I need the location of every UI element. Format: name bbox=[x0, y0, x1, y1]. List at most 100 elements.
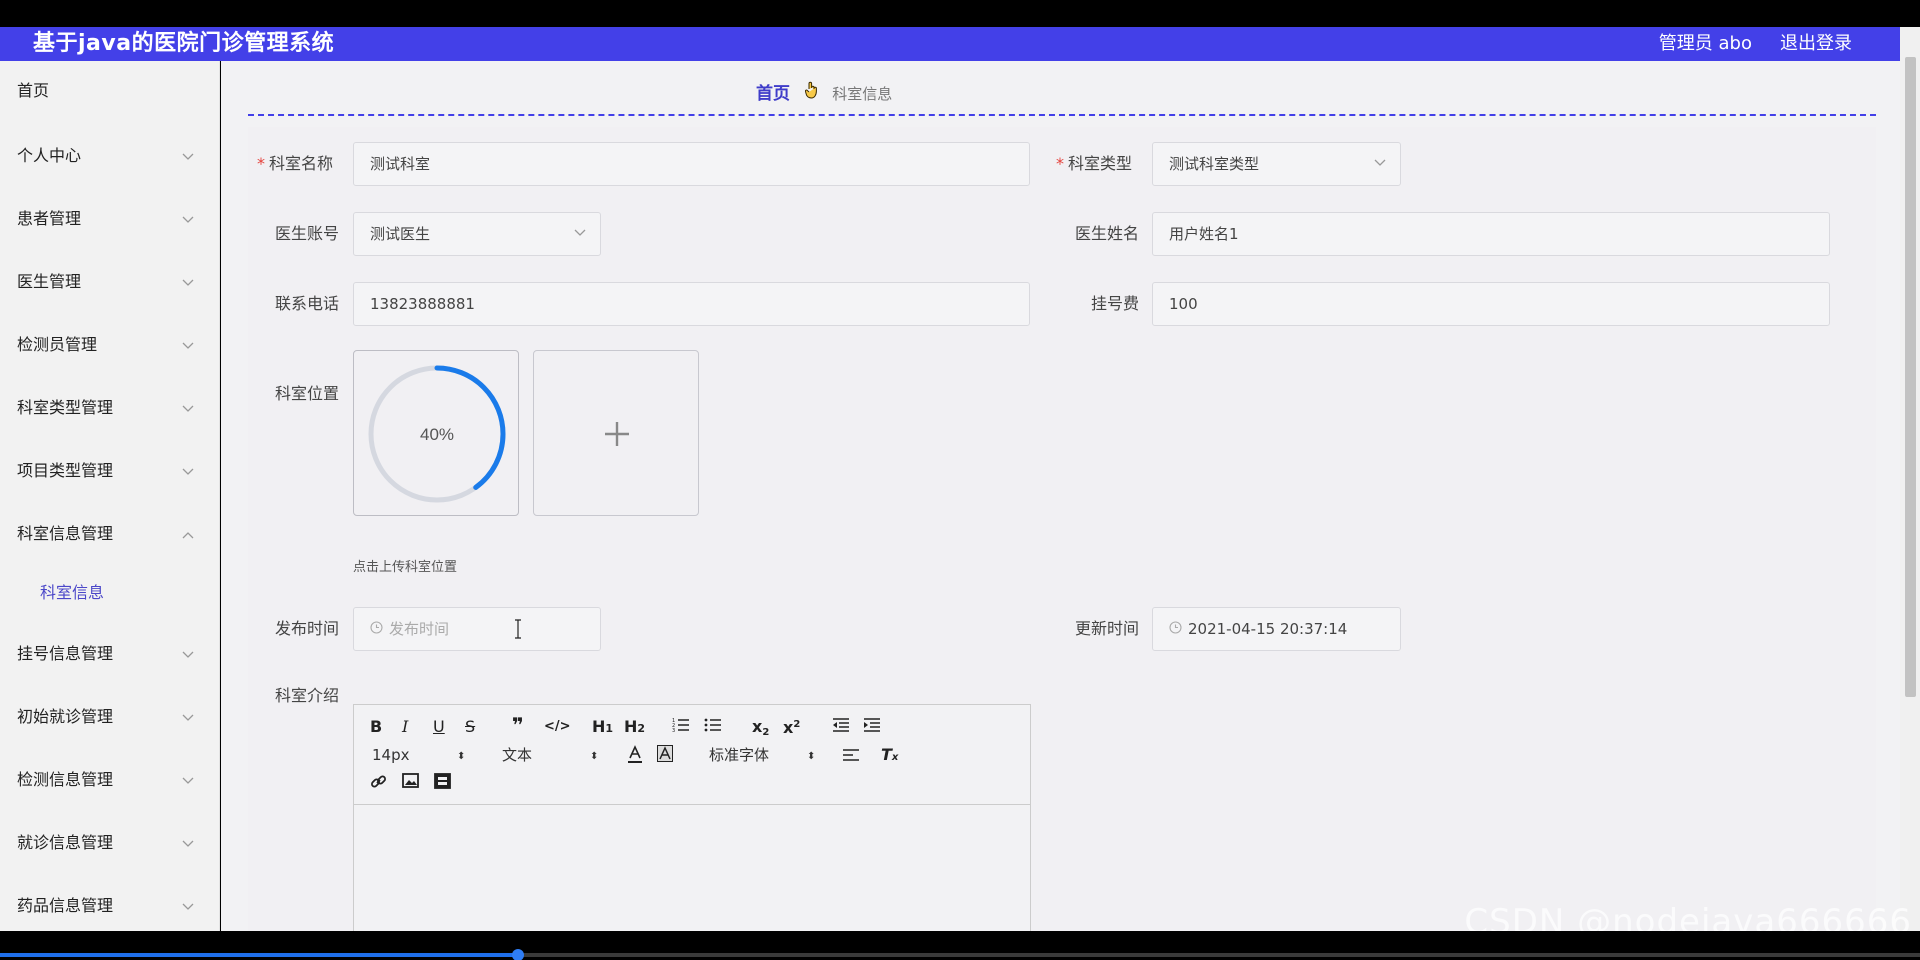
sidebar-item-inspectors[interactable]: 检测员管理 bbox=[0, 325, 219, 365]
upload-progress-card: 40% bbox=[353, 350, 519, 516]
upload-tip: 点击上传科室位置 bbox=[353, 560, 458, 575]
sidebar-item-label: 检测员管理 bbox=[17, 335, 98, 354]
chevron-down-icon bbox=[182, 697, 194, 737]
update-time-label: 更新时间 bbox=[1074, 619, 1139, 638]
italic-icon[interactable]: I bbox=[402, 717, 408, 737]
sidebar-item-registrations[interactable]: 挂号信息管理 bbox=[0, 634, 219, 674]
upload-add-button[interactable] bbox=[533, 350, 699, 516]
doctor-name-label: 医生姓名 bbox=[1074, 224, 1139, 243]
fee-input[interactable]: 100 bbox=[1152, 282, 1830, 326]
sidebar-item-dept-info-management[interactable]: 科室信息管理 bbox=[0, 514, 219, 554]
location-label: 科室位置 bbox=[274, 384, 339, 403]
breadcrumb-current: 科室信息 bbox=[832, 85, 893, 103]
chevron-down-icon bbox=[1374, 143, 1386, 185]
chevron-down-icon bbox=[182, 634, 194, 674]
sidebar-item-doctors[interactable]: 医生管理 bbox=[0, 262, 219, 302]
intro-rich-editor: B I U S ❞ </> H1 H2 123 x2 x2 14px ⬍ 文本 ⬍ bbox=[353, 704, 1031, 960]
required-asterisk: * bbox=[1055, 154, 1064, 173]
sidebar-item-drug-info[interactable]: 药品信息管理 bbox=[0, 886, 219, 926]
phone-input[interactable]: 13823888881 bbox=[353, 282, 1030, 326]
doctor-account-select[interactable]: 测试医生 bbox=[353, 212, 601, 256]
sidebar-item-test-info[interactable]: 检测信息管理 bbox=[0, 760, 219, 800]
image-icon[interactable] bbox=[402, 773, 419, 793]
dept-type-label: * 科室类型 bbox=[1055, 154, 1132, 173]
underline-icon[interactable]: U bbox=[433, 717, 445, 737]
chevron-down-icon bbox=[182, 262, 194, 302]
indent-icon[interactable] bbox=[863, 717, 881, 738]
sidebar-menu: 首页 个人中心 患者管理 医生管理 检测员管理 科室类型管理 项目类型管理 科室… bbox=[0, 61, 220, 931]
logout-link[interactable]: 退出登录 bbox=[1780, 27, 1852, 61]
publish-time-label: 发布时间 bbox=[274, 619, 339, 638]
phone-label: 联系电话 bbox=[274, 294, 339, 313]
h2-icon[interactable]: H2 bbox=[624, 717, 645, 739]
align-icon[interactable] bbox=[842, 747, 860, 768]
h1-icon[interactable]: H1 bbox=[592, 717, 613, 739]
background-color-icon[interactable] bbox=[657, 745, 673, 768]
sidebar-item-initial-visits[interactable]: 初始就诊管理 bbox=[0, 697, 219, 737]
fee-label: 挂号费 bbox=[1090, 294, 1139, 313]
sidebar-item-label: 医生管理 bbox=[17, 272, 82, 291]
subscript-icon[interactable]: x2 bbox=[752, 717, 769, 743]
admin-user-label: 管理员 abo bbox=[1658, 33, 1752, 54]
publish-time-input[interactable]: 发布时间 bbox=[353, 607, 601, 651]
intro-label: 科室介绍 bbox=[274, 686, 339, 705]
update-time-input[interactable]: 2021-04-15 20:37:14 bbox=[1152, 607, 1401, 651]
breadcrumb: 首页 科室信息 bbox=[756, 81, 892, 105]
sidebar-item-project-types[interactable]: 项目类型管理 bbox=[0, 451, 219, 491]
sidebar-item-label: 科室信息管理 bbox=[17, 524, 114, 543]
ordered-list-icon[interactable]: 123 bbox=[672, 717, 690, 738]
dept-info-form: * 科室名称 测试科室 * 科室类型 测试科室类型 医生账号 测试医生 医生姓名 用… bbox=[248, 127, 1876, 960]
upload-progress-text: 40% bbox=[420, 425, 454, 444]
sidebar-item-label: 检测信息管理 bbox=[17, 770, 114, 789]
chevron-down-icon bbox=[182, 136, 194, 176]
sidebar-item-home[interactable]: 首页 bbox=[0, 71, 219, 111]
font-color-icon[interactable] bbox=[627, 745, 643, 770]
sidebar-item-dept-types[interactable]: 科室类型管理 bbox=[0, 388, 219, 428]
publish-time-placeholder: 发布时间 bbox=[389, 620, 450, 638]
dept-type-select[interactable]: 测试科室类型 bbox=[1152, 142, 1401, 186]
scrollbar-thumb[interactable] bbox=[1905, 57, 1916, 697]
sidebar-item-label: 科室信息 bbox=[40, 583, 105, 602]
updown-icon: ⬍ bbox=[807, 751, 816, 762]
text-style-select[interactable]: 文本 ⬍ bbox=[502, 745, 602, 765]
sidebar-item-label: 初始就诊管理 bbox=[17, 707, 114, 726]
code-icon[interactable]: </> bbox=[544, 717, 571, 737]
breadcrumb-divider bbox=[248, 114, 1876, 116]
chevron-down-icon bbox=[182, 823, 194, 863]
required-asterisk: * bbox=[256, 154, 265, 173]
breadcrumb-home-link[interactable]: 首页 bbox=[756, 84, 790, 104]
video-progress-fill bbox=[0, 953, 519, 957]
chevron-down-icon bbox=[182, 388, 194, 428]
sidebar-item-label: 患者管理 bbox=[17, 209, 82, 228]
bold-icon[interactable]: B bbox=[370, 717, 382, 737]
sidebar-item-patients[interactable]: 患者管理 bbox=[0, 199, 219, 239]
chevron-down-icon bbox=[182, 886, 194, 926]
sidebar-item-label: 挂号信息管理 bbox=[17, 644, 114, 663]
hand-pointer-icon bbox=[804, 81, 819, 106]
sidebar-item-label: 就诊信息管理 bbox=[17, 833, 114, 852]
video-progress-knob[interactable] bbox=[512, 949, 525, 960]
bullet-list-icon[interactable] bbox=[704, 717, 722, 738]
blockquote-icon[interactable]: ❞ bbox=[512, 715, 524, 735]
dept-name-input[interactable]: 测试科室 bbox=[353, 142, 1030, 186]
text-cursor-icon bbox=[515, 619, 521, 639]
clear-format-icon[interactable]: Tx bbox=[881, 745, 898, 768]
top-header: 基于java的医院门诊管理系统 管理员 abo 退出登录 bbox=[0, 27, 1900, 61]
updown-icon: ⬍ bbox=[590, 751, 599, 762]
doctor-name-input[interactable]: 用户姓名1 bbox=[1152, 212, 1830, 256]
sidebar-subitem-dept-info[interactable]: 科室信息 bbox=[0, 573, 219, 613]
sidebar-item-label: 项目类型管理 bbox=[17, 461, 114, 480]
sidebar-item-label: 药品信息管理 bbox=[17, 896, 114, 915]
plus-icon bbox=[534, 351, 700, 517]
outdent-icon[interactable] bbox=[832, 717, 850, 738]
sidebar-item-visit-info[interactable]: 就诊信息管理 bbox=[0, 823, 219, 863]
sidebar-item-personal-center[interactable]: 个人中心 bbox=[0, 136, 219, 176]
font-size-select[interactable]: 14px ⬍ bbox=[372, 745, 467, 765]
superscript-icon[interactable]: x2 bbox=[783, 715, 800, 738]
chevron-down-icon bbox=[182, 325, 194, 365]
vertical-scrollbar[interactable] bbox=[1900, 27, 1920, 931]
link-icon[interactable] bbox=[370, 773, 387, 795]
strikethrough-icon[interactable]: S bbox=[465, 717, 475, 737]
font-family-select[interactable]: 标准字体 ⬍ bbox=[709, 745, 819, 765]
video-icon[interactable] bbox=[434, 773, 451, 794]
